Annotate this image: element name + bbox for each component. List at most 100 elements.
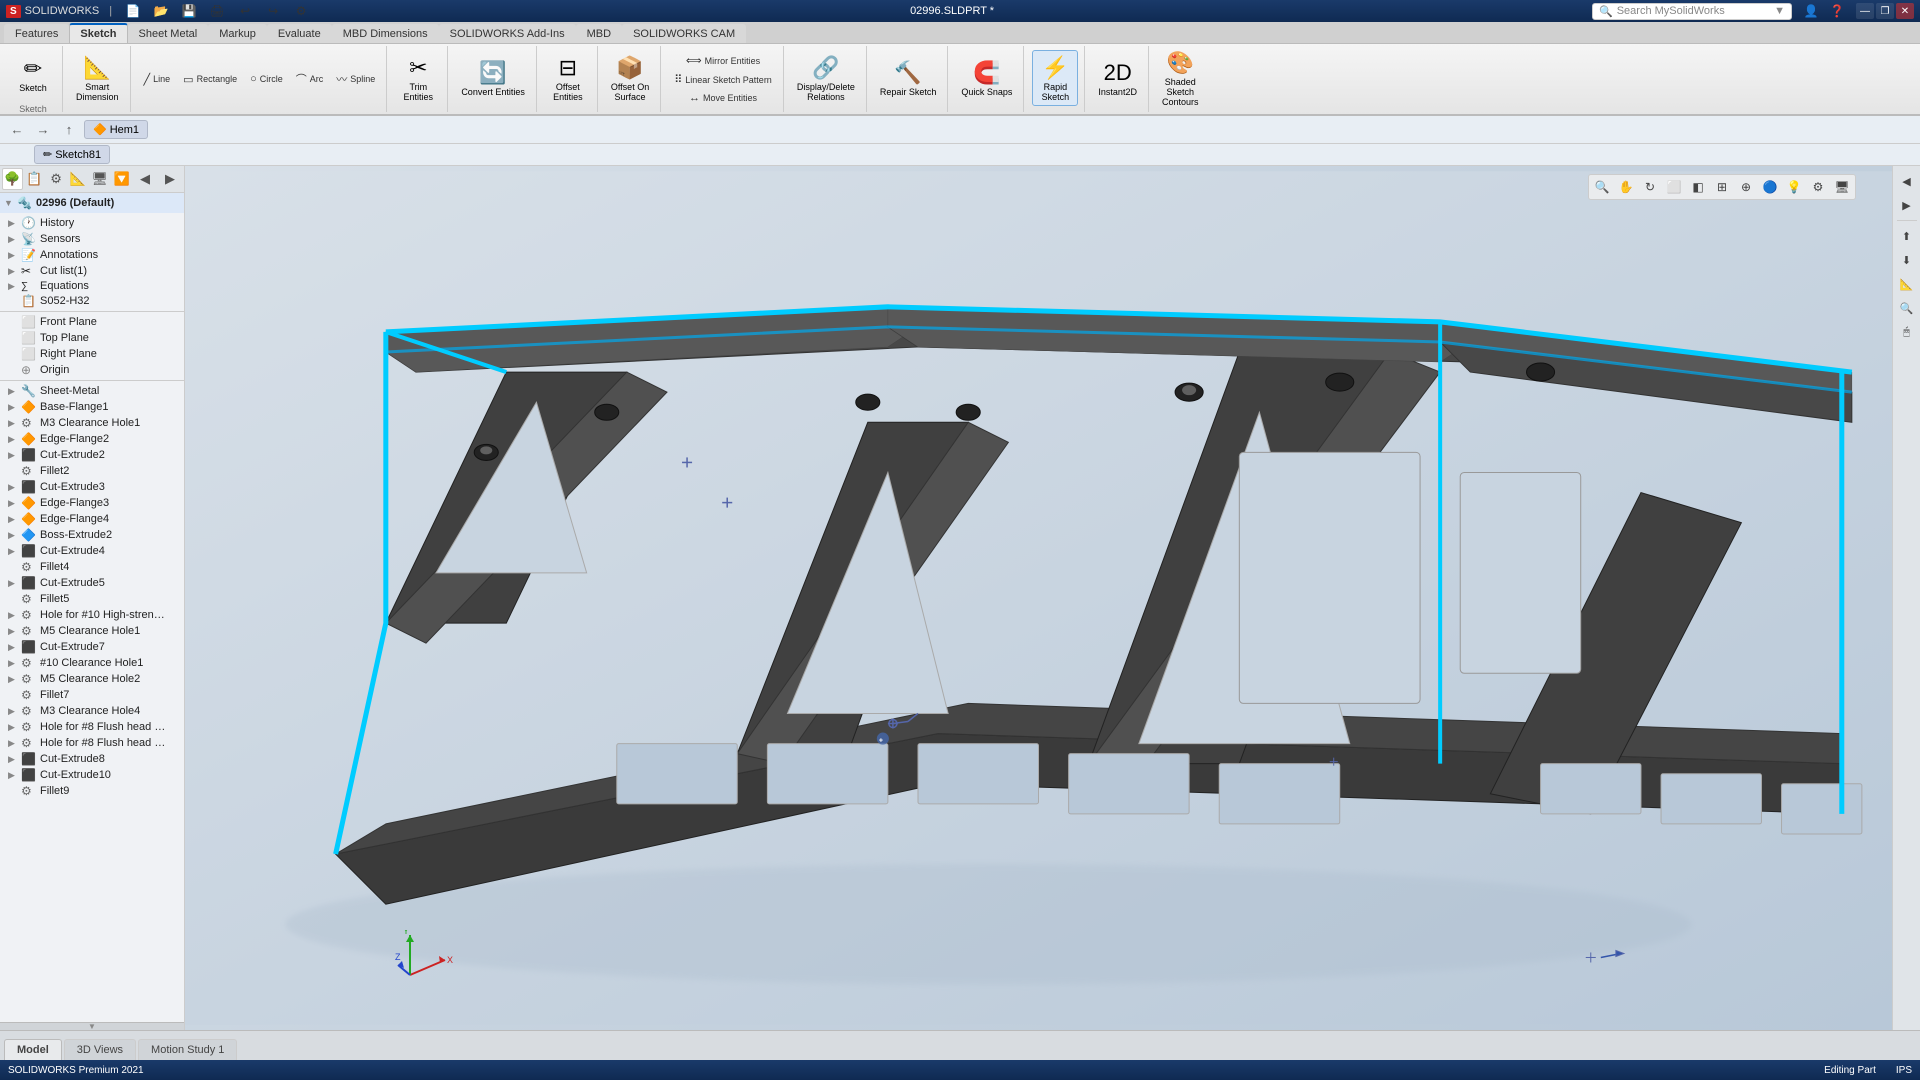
view-orient-btn[interactable]: ⬜ <box>1663 177 1685 197</box>
sidebar-tab-next[interactable]: ▶ <box>158 168 182 190</box>
tab-evaluate[interactable]: Evaluate <box>267 24 332 43</box>
options-btn[interactable]: ⚙ <box>290 0 312 22</box>
spline-btn[interactable]: 〰 Spline <box>331 69 380 89</box>
breadcrumb-sketch81[interactable]: ✏ Sketch81 <box>34 145 110 164</box>
tab-motion-study[interactable]: Motion Study 1 <box>138 1039 237 1060</box>
rp-btn-3[interactable]: ⬆ <box>1896 225 1918 247</box>
linear-pattern-button[interactable]: ⠿ Linear Sketch Pattern <box>669 71 777 88</box>
tab-cam[interactable]: SOLIDWORKS CAM <box>622 24 746 43</box>
tree-item-cut-extrude5[interactable]: ▶ ⬛ Cut-Extrude5 <box>0 575 184 591</box>
rp-btn-4[interactable]: ⬇ <box>1896 249 1918 271</box>
tree-item-hole-8-flush1[interactable]: ▶ ⚙ Hole for #8 Flush head Studs (FH <box>0 719 184 735</box>
tree-item-hole-10[interactable]: ▶ ⚙ Hole for #10 High-strength Studs <box>0 607 184 623</box>
instant2d-button[interactable]: 2D Instant2D <box>1093 50 1142 106</box>
appearance-btn[interactable]: 🔵 <box>1759 177 1781 197</box>
tab-features[interactable]: Features <box>4 24 69 43</box>
zoom-to-fit-btn[interactable]: 🔍 <box>1591 177 1613 197</box>
hide-show-btn[interactable]: ⊕ <box>1735 177 1757 197</box>
tree-item-edge-flange4[interactable]: ▶ 🔶 Edge-Flange4 <box>0 511 184 527</box>
rp-btn-6[interactable]: 🔍 <box>1896 297 1918 319</box>
realview-btn[interactable]: 🖥 <box>1831 177 1853 197</box>
tree-item-cut-extrude3[interactable]: ▶ ⬛ Cut-Extrude3 <box>0 479 184 495</box>
rp-btn-7[interactable]: 🖱 <box>1896 321 1918 343</box>
sidebar-tab-display[interactable]: 🖥 <box>89 168 110 190</box>
open-btn[interactable]: 📂 <box>150 0 172 22</box>
help-btn[interactable]: ❓ <box>1826 0 1848 22</box>
tree-item-cut-extrude4[interactable]: ▶ ⬛ Cut-Extrude4 <box>0 543 184 559</box>
tree-item-edge-flange3[interactable]: ▶ 🔶 Edge-Flange3 <box>0 495 184 511</box>
shaded-contours-button[interactable]: 🎨 ShadedSketchContours <box>1157 50 1204 106</box>
sidebar-tab-prev[interactable]: ◀ <box>133 168 157 190</box>
tree-item-boss-extrude2[interactable]: ▶ 🔷 Boss-Extrude2 <box>0 527 184 543</box>
trim-entities-button[interactable]: ✂ TrimEntities <box>395 50 441 106</box>
search-dropdown-icon[interactable]: ▼ <box>1774 5 1785 17</box>
scene-btn[interactable]: 💡 <box>1783 177 1805 197</box>
breadcrumb-hem1[interactable]: 🔶 Hem1 <box>84 120 148 139</box>
tree-item-cut-extrude10[interactable]: ▶ ⬛ Cut-Extrude10 <box>0 767 184 783</box>
print-btn[interactable]: 🖨 <box>206 0 228 22</box>
sidebar-tab-filter[interactable]: 🔽 <box>111 168 132 190</box>
search-bar[interactable]: 🔍 Search MySolidWorks ▼ <box>1592 3 1792 20</box>
rotate-btn[interactable]: ↻ <box>1639 177 1661 197</box>
tree-root[interactable]: ▼ 🔩 02996 (Default) <box>0 193 184 213</box>
tab-mbd[interactable]: MBD <box>576 24 622 43</box>
tree-item-right-plane[interactable]: ⬜ Right Plane <box>0 346 184 362</box>
rp-btn-5[interactable]: 📐 <box>1896 273 1918 295</box>
convert-entities-button[interactable]: 🔄 Convert Entities <box>456 50 530 106</box>
sidebar-tab-feature[interactable]: 🌳 <box>2 168 23 190</box>
new-btn[interactable]: 📄 <box>122 0 144 22</box>
close-btn[interactable]: ✕ <box>1896 3 1914 19</box>
quick-snaps-button[interactable]: 🧲 Quick Snaps <box>956 50 1017 106</box>
sketch-button[interactable]: ✏ Sketch <box>10 46 56 102</box>
tree-item-annotations[interactable]: ▶ 📝 Annotations <box>0 247 184 263</box>
offset-entities-button[interactable]: ⊟ OffsetEntities <box>545 50 591 106</box>
tree-item-top-plane[interactable]: ⬜ Top Plane <box>0 330 184 346</box>
sidebar-tab-dxf[interactable]: 📐 <box>67 168 88 190</box>
tree-item-edge-flange2[interactable]: ▶ 🔶 Edge-Flange2 <box>0 431 184 447</box>
cmd-back-btn[interactable]: ← <box>6 119 28 141</box>
move-entities-button[interactable]: ↔ Move Entities <box>684 90 762 106</box>
tree-item-fillet4[interactable]: ⚙ Fillet4 <box>0 559 184 575</box>
rp-btn-2[interactable]: ▶ <box>1896 194 1918 216</box>
circle-btn[interactable]: ○ Circle <box>245 71 288 87</box>
line-btn[interactable]: ╱ Line <box>139 71 176 88</box>
tree-item-fillet7[interactable]: ⚙ Fillet7 <box>0 687 184 703</box>
tree-item-equations[interactable]: ▶ ∑ Equations <box>0 279 184 293</box>
undo-btn[interactable]: ↩ <box>234 0 256 22</box>
mirror-entities-button[interactable]: ⟺ Mirror Entities <box>681 52 765 69</box>
tree-item-m3-hole4[interactable]: ▶ ⚙ M3 Clearance Hole4 <box>0 703 184 719</box>
save-btn[interactable]: 💾 <box>178 0 200 22</box>
tree-item-m3-hole1[interactable]: ▶ ⚙ M3 Clearance Hole1 <box>0 415 184 431</box>
tree-item-cut-extrude7[interactable]: ▶ ⬛ Cut-Extrude7 <box>0 639 184 655</box>
profile-btn[interactable]: 👤 <box>1800 0 1822 22</box>
root-expand[interactable]: ▼ <box>4 198 14 208</box>
smart-dimension-button[interactable]: 📐 SmartDimension <box>71 50 124 106</box>
restore-btn[interactable]: ❐ <box>1876 3 1894 19</box>
cmd-up-btn[interactable]: ↑ <box>58 119 80 141</box>
tab-addins[interactable]: SOLIDWORKS Add-Ins <box>439 24 576 43</box>
arc-btn[interactable]: ⌒ Arc <box>291 69 329 89</box>
pan-btn[interactable]: ✋ <box>1615 177 1637 197</box>
sidebar-tab-config[interactable]: ⚙ <box>46 168 67 190</box>
tab-sketch[interactable]: Sketch <box>69 23 127 43</box>
tree-item-cut-extrude2[interactable]: ▶ ⬛ Cut-Extrude2 <box>0 447 184 463</box>
minimize-btn[interactable]: — <box>1856 3 1874 19</box>
rp-btn-1[interactable]: ◀ <box>1896 170 1918 192</box>
tree-item-cutlist[interactable]: ▶ ✂ Cut list(1) <box>0 263 184 279</box>
tree-item-m5-hole1[interactable]: ▶ ⚙ M5 Clearance Hole1 <box>0 623 184 639</box>
viewport[interactable]: + X <box>185 166 1892 1030</box>
tree-item-history[interactable]: ▶ 🕐 History <box>0 215 184 231</box>
tab-3d-views[interactable]: 3D Views <box>64 1039 136 1060</box>
rapid-sketch-button[interactable]: ⚡ RapidSketch <box>1032 50 1078 106</box>
tree-item-fillet2[interactable]: ⚙ Fillet2 <box>0 463 184 479</box>
sidebar-tab-property[interactable]: 📋 <box>24 168 45 190</box>
tree-item-sheet-metal[interactable]: ▶ 🔧 Sheet-Metal <box>0 383 184 399</box>
repair-sketch-button[interactable]: 🔨 Repair Sketch <box>875 50 942 106</box>
display-style-btn[interactable]: ⊞ <box>1711 177 1733 197</box>
tab-mbd-dimensions[interactable]: MBD Dimensions <box>332 24 439 43</box>
tree-item-sensors[interactable]: ▶ 📡 Sensors <box>0 231 184 247</box>
tab-model[interactable]: Model <box>4 1039 62 1060</box>
tree-item-origin[interactable]: ⊕ Origin <box>0 362 184 378</box>
redo-btn[interactable]: ↪ <box>262 0 284 22</box>
tree-item-base-flange[interactable]: ▶ 🔶 Base-Flange1 <box>0 399 184 415</box>
